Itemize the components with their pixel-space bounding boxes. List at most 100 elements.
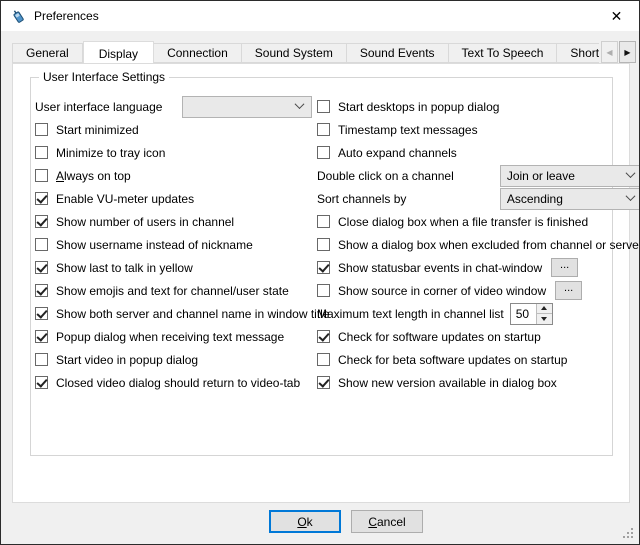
right-column: Start desktops in popup dialog Timestamp… (312, 95, 640, 394)
checkbox-new-version-dialog[interactable]: Show new version available in dialog box (317, 371, 640, 394)
checkbox-source-corner-video[interactable]: Show source in corner of video window ..… (317, 279, 640, 302)
language-select[interactable] (182, 96, 312, 118)
cancel-button[interactable]: Cancel (351, 510, 423, 533)
tab-display[interactable]: Display (83, 41, 154, 63)
tab-general[interactable]: General (12, 43, 83, 63)
tab-page-display: User Interface Settings User interface l… (12, 63, 630, 503)
sort-channels-select[interactable]: Ascending (500, 188, 640, 210)
checkbox-box[interactable] (317, 330, 330, 343)
checkbox-box[interactable] (35, 123, 48, 136)
tab-connection[interactable]: Connection (154, 43, 242, 63)
checkbox-popup-on-text-message[interactable]: Popup dialog when receiving text message (35, 325, 312, 348)
checkbox-box[interactable] (35, 169, 48, 182)
checkbox-close-on-transfer-finished[interactable]: Close dialog box when a file transfer is… (317, 210, 640, 233)
chevron-down-icon (295, 99, 305, 109)
checkbox-box[interactable] (35, 284, 48, 297)
checkbox-username-instead-nickname[interactable]: Show username instead of nickname (35, 233, 312, 256)
scroll-left-icon: ◀ (606, 48, 612, 57)
tab-scroll-right-button[interactable]: ▶ (619, 41, 636, 63)
double-click-value: Join or leave (507, 169, 575, 183)
group-user-interface-settings: User Interface Settings User interface l… (30, 77, 613, 456)
footer: Ok Cancel (1, 501, 639, 544)
checkbox-box[interactable] (317, 238, 330, 251)
checkbox-box[interactable] (317, 353, 330, 366)
checkbox-start-minimized[interactable]: Start minimized (35, 118, 312, 141)
chevron-down-icon (625, 168, 635, 178)
checkbox-label: Always on top (56, 169, 131, 183)
checkbox-box[interactable] (317, 261, 330, 274)
checkbox-dialog-when-excluded[interactable]: Show a dialog box when excluded from cha… (317, 233, 640, 256)
checkbox-box[interactable] (35, 146, 48, 159)
settings-columns: User interface language Start minimized … (31, 78, 612, 394)
checkbox-label: Show username instead of nickname (56, 238, 253, 252)
checkbox-show-user-count[interactable]: Show number of users in channel (35, 210, 312, 233)
checkbox-timestamp-messages[interactable]: Timestamp text messages (317, 118, 640, 141)
checkbox-label: Timestamp text messages (338, 123, 478, 137)
statusbar-events-ellipsis-button[interactable]: ... (551, 258, 578, 277)
sort-channels-row: Sort channels by Ascending (317, 187, 640, 210)
checkbox-label: Show number of users in channel (56, 215, 234, 229)
resize-grip[interactable] (623, 528, 625, 530)
checkbox-box[interactable] (317, 376, 330, 389)
checkbox-label: Show statusbar events in chat-window (338, 261, 542, 275)
checkbox-always-on-top[interactable]: Always on top (35, 164, 312, 187)
tab-scroll-left-button[interactable]: ◀ (601, 41, 618, 63)
checkbox-box[interactable] (35, 330, 48, 343)
checkbox-box[interactable] (35, 353, 48, 366)
checkbox-box[interactable] (317, 100, 330, 113)
checkbox-label: Start minimized (56, 123, 139, 137)
checkbox-box[interactable] (35, 192, 48, 205)
arrow-up-icon (541, 306, 547, 310)
tab-sound-events[interactable]: Sound Events (347, 43, 449, 63)
close-button[interactable]: ✕ (594, 1, 639, 31)
checkbox-box[interactable] (35, 261, 48, 274)
checkbox-label: Auto expand channels (338, 146, 457, 160)
checkbox-box[interactable] (317, 284, 330, 297)
checkbox-box[interactable] (35, 376, 48, 389)
titlebar: Preferences ✕ (1, 1, 639, 31)
checkbox-box[interactable] (35, 215, 48, 228)
checkbox-label: Start desktops in popup dialog (338, 100, 499, 114)
spin-up-button[interactable] (537, 304, 552, 314)
language-row: User interface language (35, 95, 312, 118)
checkbox-label: Start video in popup dialog (56, 353, 198, 367)
spin-down-button[interactable] (537, 313, 552, 324)
sort-channels-label: Sort channels by (317, 192, 406, 206)
checkbox-last-to-talk-yellow[interactable]: Show last to talk in yellow (35, 256, 312, 279)
checkbox-auto-expand-channels[interactable]: Auto expand channels (317, 141, 640, 164)
double-click-label: Double click on a channel (317, 169, 454, 183)
ok-label: Ok (297, 515, 312, 529)
double-click-select[interactable]: Join or leave (500, 165, 640, 187)
checkbox-statusbar-events-chat[interactable]: Show statusbar events in chat-window ... (317, 256, 640, 279)
ok-button[interactable]: Ok (269, 510, 341, 533)
group-title: User Interface Settings (39, 70, 169, 84)
video-source-ellipsis-button[interactable]: ... (555, 281, 582, 300)
max-text-length-label: Maximum text length in channel list (317, 307, 504, 321)
checkbox-video-popup-dialog[interactable]: Start video in popup dialog (35, 348, 312, 371)
checkbox-label: Show a dialog box when excluded from cha… (338, 238, 640, 252)
tab-scroll-buttons: ◀ ▶ (599, 41, 636, 63)
language-label: User interface language (35, 100, 162, 114)
checkbox-server-channel-in-title[interactable]: Show both server and channel name in win… (35, 302, 312, 325)
checkbox-desktops-popup-dialog[interactable]: Start desktops in popup dialog (317, 95, 640, 118)
checkbox-closed-video-return-tab[interactable]: Closed video dialog should return to vid… (35, 371, 312, 394)
checkbox-box[interactable] (317, 146, 330, 159)
max-text-length-spinner[interactable]: 50 (510, 303, 553, 325)
max-text-length-row: Maximum text length in channel list 50 (317, 302, 640, 325)
tab-sound-system[interactable]: Sound System (242, 43, 347, 63)
checkbox-label: Show both server and channel name in win… (56, 307, 330, 321)
checkbox-box[interactable] (317, 123, 330, 136)
window-title: Preferences (34, 9, 99, 23)
checkbox-minimize-to-tray[interactable]: Minimize to tray icon (35, 141, 312, 164)
tab-text-to-speech[interactable]: Text To Speech (449, 43, 558, 63)
checkbox-box[interactable] (35, 238, 48, 251)
checkbox-box[interactable] (317, 215, 330, 228)
checkbox-box[interactable] (35, 307, 48, 320)
checkbox-label: Show last to talk in yellow (56, 261, 193, 275)
sort-channels-value: Ascending (507, 192, 563, 206)
checkbox-check-beta-updates[interactable]: Check for beta software updates on start… (317, 348, 640, 371)
checkbox-vu-meter-updates[interactable]: Enable VU-meter updates (35, 187, 312, 210)
checkbox-check-updates-startup[interactable]: Check for software updates on startup (317, 325, 640, 348)
checkbox-emojis-channel-user-state[interactable]: Show emojis and text for channel/user st… (35, 279, 312, 302)
checkbox-label: Close dialog box when a file transfer is… (338, 215, 588, 229)
